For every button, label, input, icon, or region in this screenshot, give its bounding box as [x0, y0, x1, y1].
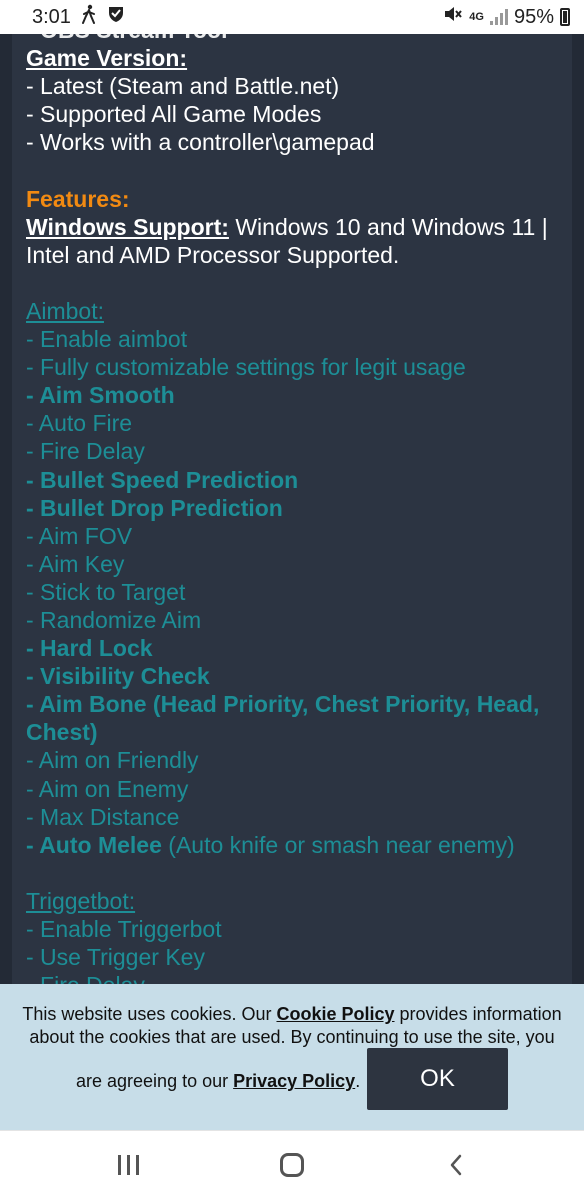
cookie-text-line3: are agreeing to our — [76, 1071, 234, 1091]
shield-check-icon — [107, 5, 125, 29]
system-nav-bar — [0, 1130, 584, 1200]
page-content[interactable]: - OBS Stream Tool Game Version: - Latest… — [0, 34, 584, 984]
aimbot-item: - Aim Key — [26, 550, 125, 577]
mute-icon — [443, 5, 463, 29]
aimbot-item: - Hard Lock — [26, 635, 153, 662]
article-text: - OBS Stream Tool Game Version: - Latest… — [26, 34, 566, 984]
status-bar: 3:01 4G 95% — [0, 0, 584, 34]
aimbot-item: - Auto Fire — [26, 410, 133, 437]
browser-screen: 3:01 4G 95% - OBS Stream Tool Game Versi… — [0, 0, 584, 1200]
game-version-heading: Game Version: — [26, 45, 188, 72]
aimbot-item: - Aim on Enemy — [26, 775, 189, 802]
walking-person-icon — [81, 4, 97, 30]
auto-melee-note: (Auto knife or smash near enemy) — [161, 831, 515, 858]
game-version-item: - Latest (Steam and Battle.net) — [26, 73, 340, 100]
aimbot-item: - Bullet Drop Prediction — [26, 494, 283, 521]
battery-icon — [560, 8, 570, 26]
network-type-label: 4G — [469, 11, 484, 23]
cookie-text-end: . — [355, 1071, 361, 1091]
cookie-message: This website uses cookies. Our Cookie Po… — [14, 1003, 570, 1049]
triggerbot-item: - Enable Triggerbot — [26, 916, 222, 942]
cut-off-text: - OBS Stream Tool — [26, 34, 566, 44]
privacy-policy-link[interactable]: Privacy Policy — [233, 1071, 355, 1091]
cookie-message-end: are agreeing to our Privacy Policy. — [76, 1070, 360, 1093]
cookie-policy-link[interactable]: Cookie Policy — [276, 1004, 394, 1024]
aimbot-item: - Aim Smooth — [26, 382, 175, 409]
battery-percent: 95% — [513, 5, 554, 28]
game-version-item: - Supported All Game Modes — [26, 101, 322, 128]
aimbot-item: - Bullet Speed Prediction — [26, 466, 299, 493]
features-heading: Features: — [26, 185, 130, 212]
aimbot-item: - Aim FOV — [26, 522, 133, 549]
aimbot-item: - Max Distance — [26, 803, 180, 830]
aimbot-item: - Visibility Check — [26, 663, 210, 690]
signal-icon — [489, 9, 508, 25]
recents-icon[interactable] — [108, 1147, 148, 1183]
windows-support-label: Windows Support: — [26, 213, 229, 240]
cookie-ok-button[interactable]: OK — [367, 1048, 508, 1110]
status-right: 4G 95% — [443, 5, 570, 29]
triggerbot-item: - Fire Delay — [26, 971, 566, 984]
game-version-item: - Works with a controller\gamepad — [26, 129, 375, 156]
home-icon[interactable] — [272, 1147, 312, 1183]
cookie-text-start: This website uses cookies. Our — [22, 1004, 277, 1024]
triggerbot-heading: Triggetbot: — [26, 887, 136, 914]
cookie-banner: This website uses cookies. Our Cookie Po… — [0, 984, 584, 1130]
aimbot-item: - Stick to Target — [26, 578, 186, 605]
aimbot-list: - Enable aimbot - Fully customizable sett… — [26, 325, 566, 831]
triggerbot-item: - Use Trigger Key — [26, 944, 205, 971]
auto-melee-label: - Auto Melee — [26, 831, 162, 858]
network-type: 4G — [469, 11, 484, 23]
aimbot-heading: Aimbot: — [26, 297, 104, 324]
aimbot-item: - Aim on Friendly — [26, 747, 199, 774]
aimbot-item: - Fully customizable settings for legit … — [26, 354, 466, 381]
aimbot-item: - Fire Delay — [26, 438, 145, 465]
back-icon[interactable] — [436, 1147, 476, 1183]
aimbot-item: - Aim Bone (Head Priority, Chest Priorit… — [26, 691, 540, 746]
aimbot-item: - Randomize Aim — [26, 606, 202, 633]
auto-melee-line: - Auto Melee (Auto knife or smash near e… — [26, 831, 566, 859]
status-time: 3:01 — [32, 5, 71, 28]
status-left: 3:01 — [32, 4, 125, 30]
aimbot-item: - Enable aimbot — [26, 326, 188, 353]
windows-support-line: Windows Support: Windows 10 and Windows … — [26, 213, 566, 269]
